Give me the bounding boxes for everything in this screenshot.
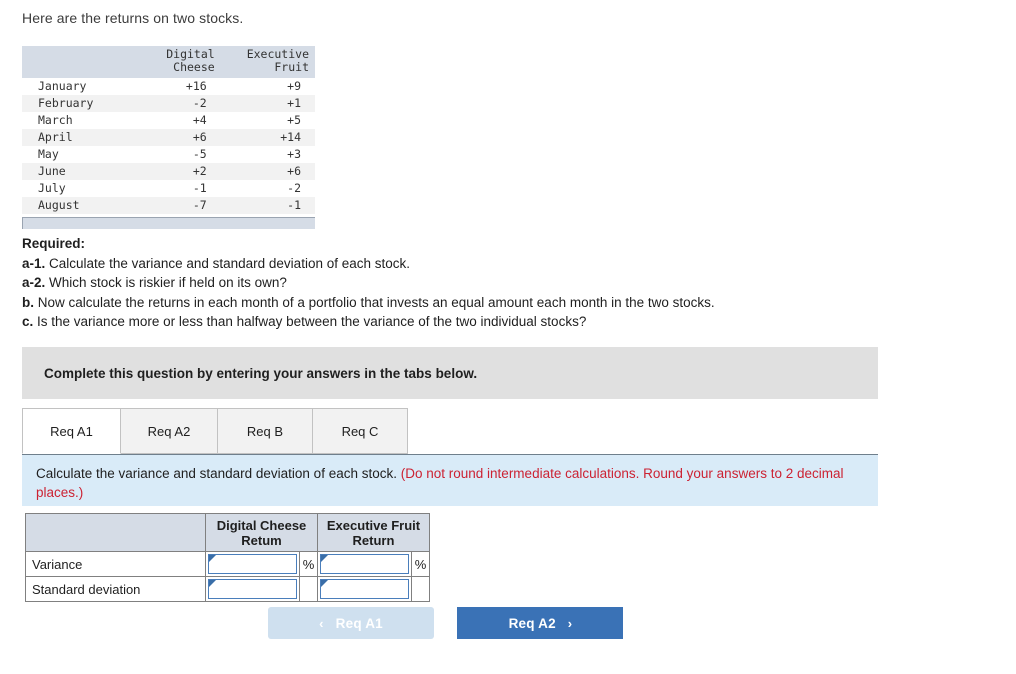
row-executive-value: +1 (220, 95, 315, 112)
answer-header-executive-fruit-return: Executive Fruit Return (317, 513, 430, 552)
answer-header-digital-cheese-return: Digital Cheese Retum (205, 513, 318, 552)
tab-req-b-label: Req B (246, 423, 284, 439)
navigation-buttons: ‹ Req A1 Req A2 › (268, 607, 624, 639)
stddev-executive-unit (411, 576, 430, 602)
row-executive-value: +6 (220, 163, 315, 180)
returns-table-footer-bar (22, 217, 315, 229)
tab-req-a1[interactable]: Req A1 (22, 408, 121, 454)
row-digital-value: -7 (144, 197, 221, 214)
complete-question-banner: Complete this question by entering your … (22, 347, 878, 399)
required-section: Required: a-1. Calculate the variance an… (22, 234, 902, 332)
tab-req-c-label: Req C (341, 423, 379, 439)
answer-row-label-variance: Variance (25, 551, 206, 577)
question-instruction-panel: Calculate the variance and standard devi… (22, 454, 878, 506)
tab-req-a2-label: Req A2 (147, 423, 191, 439)
tab-req-c[interactable]: Req C (312, 408, 408, 454)
required-item-a2-text: Which stock is riskier if held on its ow… (49, 275, 287, 290)
required-item-b: b. Now calculate the returns in each mon… (22, 293, 902, 313)
answer-table: Digital Cheese Retum Executive Fruit Ret… (25, 513, 430, 602)
variance-executive-cell (317, 551, 412, 577)
page-intro-text: Here are the returns on two stocks. (22, 10, 244, 26)
required-item-c-text: Is the variance more or less than halfwa… (37, 314, 587, 329)
table-row: April +6 +14 (22, 129, 315, 146)
stddev-digital-unit (299, 576, 318, 602)
required-item-c-label: c. (22, 314, 34, 329)
required-item-b-label: b. (22, 294, 34, 310)
tab-req-a2[interactable]: Req A2 (120, 408, 218, 454)
stddev-digital-cell (205, 576, 300, 602)
prev-req-a1-button[interactable]: ‹ Req A1 (268, 607, 434, 639)
required-item-a1-label: a-1. (22, 255, 46, 271)
variance-executive-unit: % (411, 551, 430, 577)
returns-table-header-row: Digital Cheese Executive Fruit (22, 46, 315, 78)
row-executive-value: +14 (220, 129, 315, 146)
row-digital-value: +4 (192, 113, 207, 127)
returns-header-executive-fruit: Executive Fruit (220, 46, 315, 78)
answer-table-body: Variance % % Standard deviation (25, 551, 430, 602)
row-digital-value: -5 (192, 147, 207, 161)
table-row: August -7 -1 (22, 197, 315, 214)
stddev-executive-cell (317, 576, 412, 602)
row-month-label: May (38, 147, 59, 161)
complete-question-banner-text: Complete this question by entering your … (44, 365, 478, 381)
requirement-tabs: Req A1 Req A2 Req B Req C (22, 408, 878, 454)
required-item-a2-label: a-2. (22, 275, 46, 290)
variance-digital-cell (205, 551, 300, 577)
returns-table-body: January +16 +9 February -2 +1 March +4 +… (22, 78, 315, 214)
table-row: June +2 +6 (22, 163, 315, 180)
chevron-left-icon: ‹ (319, 615, 324, 631)
question-instruction-text: Calculate the variance and standard devi… (36, 466, 397, 481)
answer-row-label-standard-deviation: Standard deviation (25, 576, 206, 602)
table-row: February -2 +1 (22, 95, 315, 112)
row-executive-value: +3 (287, 147, 301, 161)
prev-req-a1-label: Req A1 (335, 615, 383, 631)
row-month-label: March (38, 113, 73, 127)
row-digital-value: -1 (192, 181, 207, 195)
next-req-a2-button[interactable]: Req A2 › (457, 607, 624, 639)
table-row: July -1 -2 (22, 180, 315, 197)
answer-table-container: Digital Cheese Retum Executive Fruit Ret… (25, 513, 430, 602)
answer-row-variance: Variance % % (25, 551, 430, 577)
stddev-digital-input[interactable] (208, 579, 297, 599)
row-digital-value: +2 (144, 163, 221, 180)
row-month-label: July (38, 181, 66, 195)
required-item-a1-text: Calculate the variance and standard devi… (49, 255, 411, 271)
answer-header-blank (25, 513, 206, 552)
answer-table-header-row: Digital Cheese Retum Executive Fruit Ret… (25, 513, 430, 552)
row-month-label: April (22, 129, 144, 146)
table-row: March +4 +5 (22, 112, 315, 129)
chevron-right-icon: › (567, 615, 573, 631)
required-item-a2: a-2. Which stock is riskier if held on i… (22, 273, 902, 293)
row-executive-value: +9 (287, 79, 301, 93)
stddev-executive-input[interactable] (320, 579, 409, 599)
row-month-label: June (22, 163, 144, 180)
row-executive-value: +5 (287, 113, 301, 127)
answer-row-standard-deviation: Standard deviation (25, 576, 430, 602)
next-req-a2-label: Req A2 (508, 615, 556, 631)
returns-header-digital-cheese: Digital Cheese (144, 46, 221, 78)
row-month-label: August (22, 197, 144, 214)
variance-digital-unit: % (299, 551, 318, 577)
row-digital-value: -2 (144, 95, 221, 112)
table-row: May -5 +3 (22, 146, 315, 163)
returns-header-blank (22, 46, 144, 78)
table-row: January +16 +9 (22, 78, 315, 95)
variance-digital-input[interactable] (208, 554, 297, 574)
required-item-c: c. Is the variance more or less than hal… (22, 312, 902, 332)
variance-executive-input[interactable] (320, 554, 409, 574)
returns-table-container: Digital Cheese Executive Fruit January +… (22, 46, 315, 229)
row-executive-value: -2 (287, 181, 301, 195)
tab-req-b[interactable]: Req B (217, 408, 313, 454)
required-item-a1: a-1. Calculate the variance and standard… (22, 254, 902, 274)
tab-req-a1-label: Req A1 (50, 423, 93, 439)
required-heading: Required: (22, 236, 86, 251)
row-month-label: February (22, 95, 144, 112)
row-digital-value: +6 (144, 129, 221, 146)
returns-table: Digital Cheese Executive Fruit January +… (22, 46, 315, 214)
row-digital-value: +16 (185, 79, 207, 93)
row-executive-value: -1 (220, 197, 315, 214)
row-month-label: January (38, 79, 87, 93)
required-item-b-text: Now calculate the returns in each month … (37, 294, 715, 310)
